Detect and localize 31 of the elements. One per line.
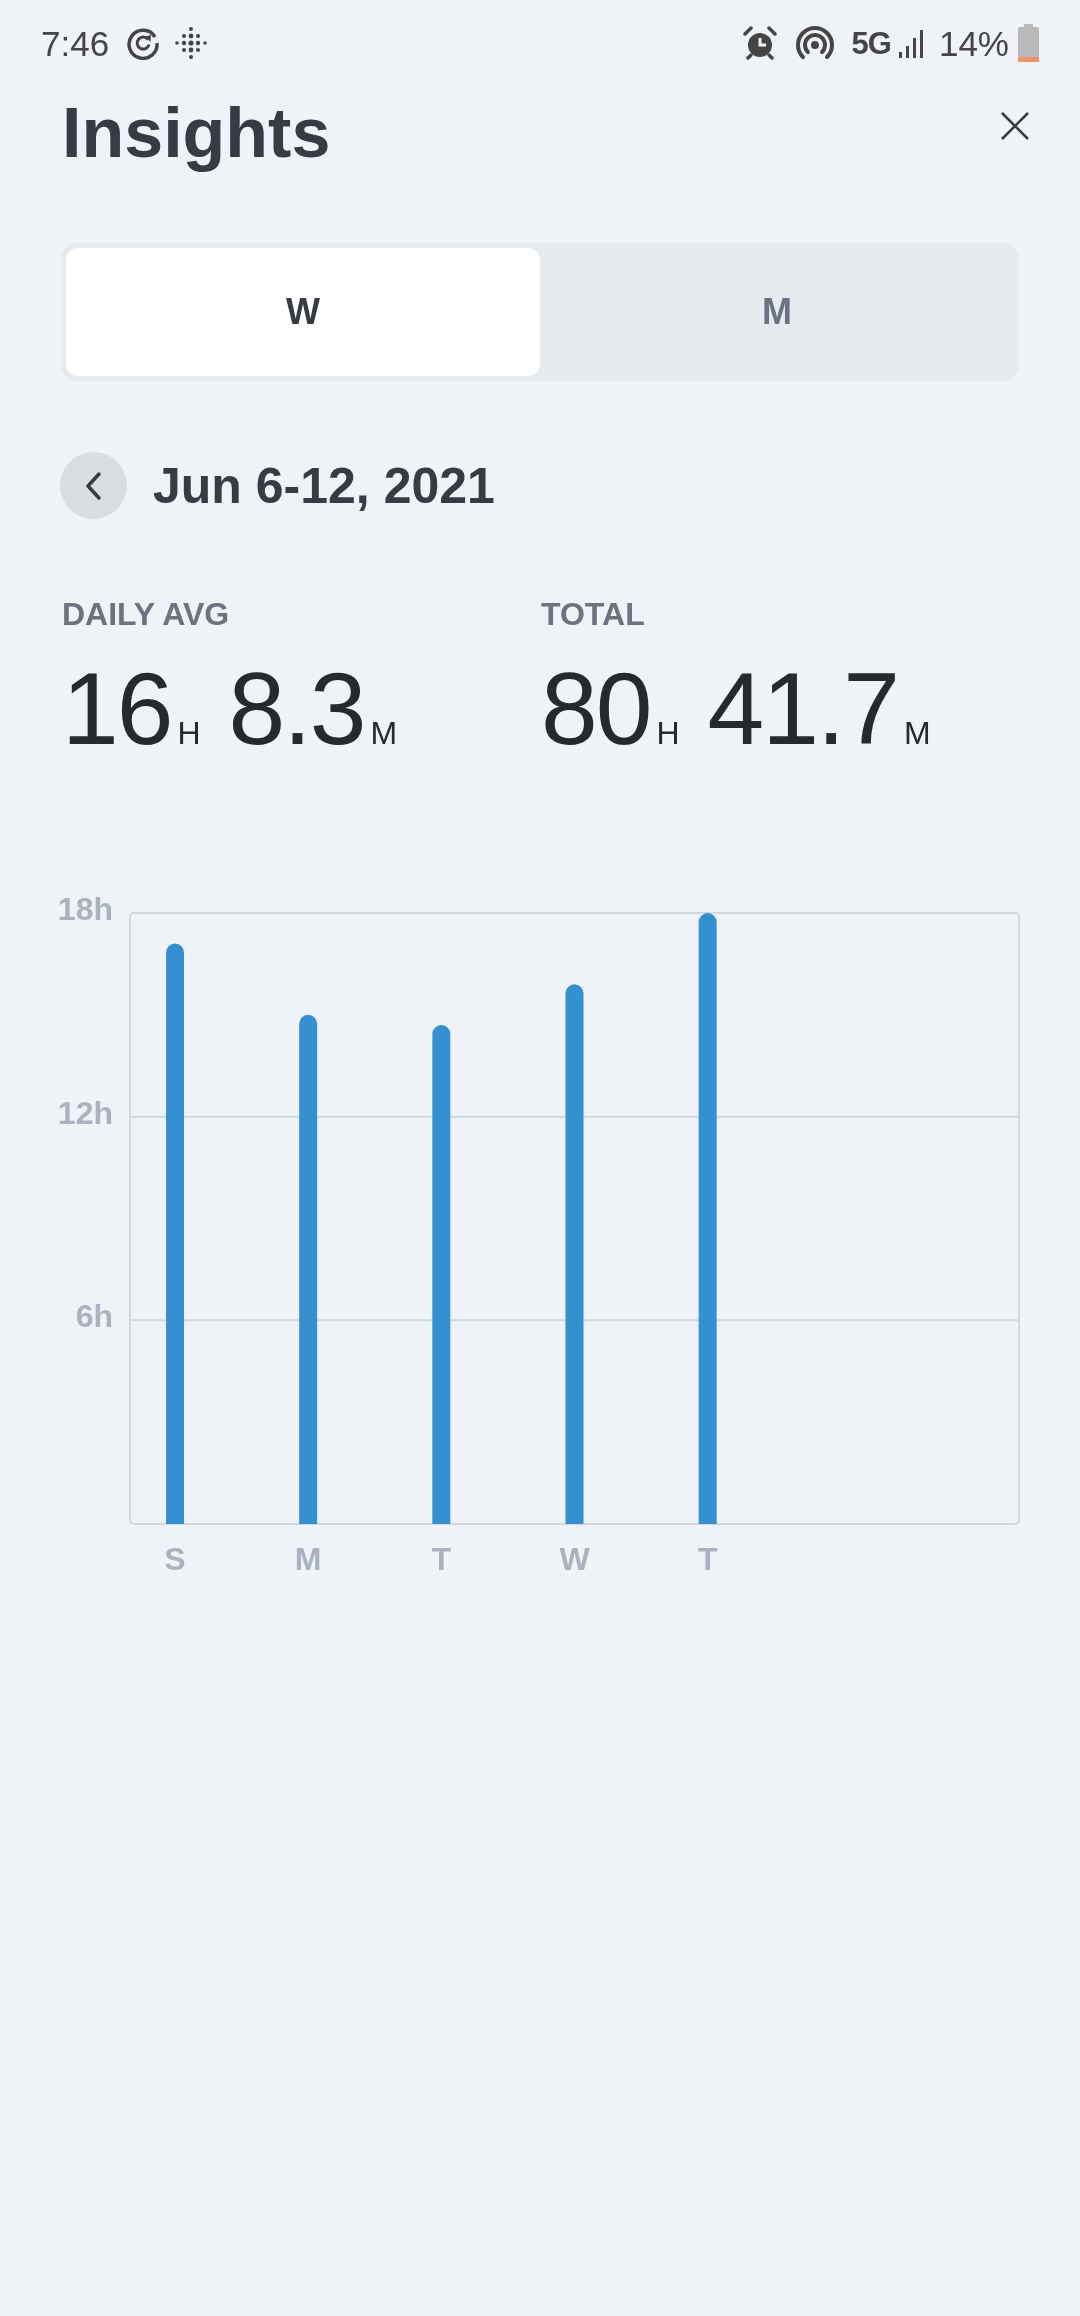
- stat-minutes: 8.3: [228, 658, 365, 760]
- y-axis-label: 12h: [57, 1094, 113, 1131]
- chevron-left-icon: [83, 470, 104, 501]
- hours-unit: H: [656, 717, 680, 749]
- stat-label: TOTAL: [541, 598, 646, 630]
- y-axis-label: 18h: [57, 891, 113, 927]
- stat-minutes: 41.7: [707, 658, 899, 760]
- minutes-unit: M: [904, 717, 931, 749]
- alarm-clock-icon: [742, 26, 777, 60]
- dot-grid-icon: [174, 26, 209, 60]
- x-axis-label: S: [164, 1541, 186, 1577]
- hours-unit: H: [177, 717, 201, 749]
- sync-circle-icon: [126, 26, 161, 60]
- segment-tab[interactable]: M: [540, 248, 1014, 376]
- y-axis-label: 6h: [75, 1298, 113, 1335]
- x-axis-label: W: [559, 1541, 590, 1577]
- stat-hours: 80: [541, 658, 651, 760]
- date-range: Jun 6-12, 2021: [153, 460, 495, 511]
- stat-label: DAILY AVG: [62, 598, 231, 630]
- x-axis-label: T: [697, 1541, 718, 1577]
- close-icon: [1000, 111, 1030, 141]
- signal-bars-icon: [897, 28, 925, 58]
- status-time: 7:46: [41, 25, 110, 61]
- stat-hours: 16: [62, 658, 172, 760]
- x-axis-label: T: [431, 1541, 452, 1577]
- battery-percent: 14%: [938, 25, 1009, 61]
- minutes-unit: M: [370, 717, 398, 749]
- x-axis-label: M: [294, 1541, 322, 1577]
- battery-icon: [1018, 24, 1039, 62]
- network-type: 5G: [851, 27, 891, 59]
- segment-tab[interactable]: W: [66, 248, 540, 376]
